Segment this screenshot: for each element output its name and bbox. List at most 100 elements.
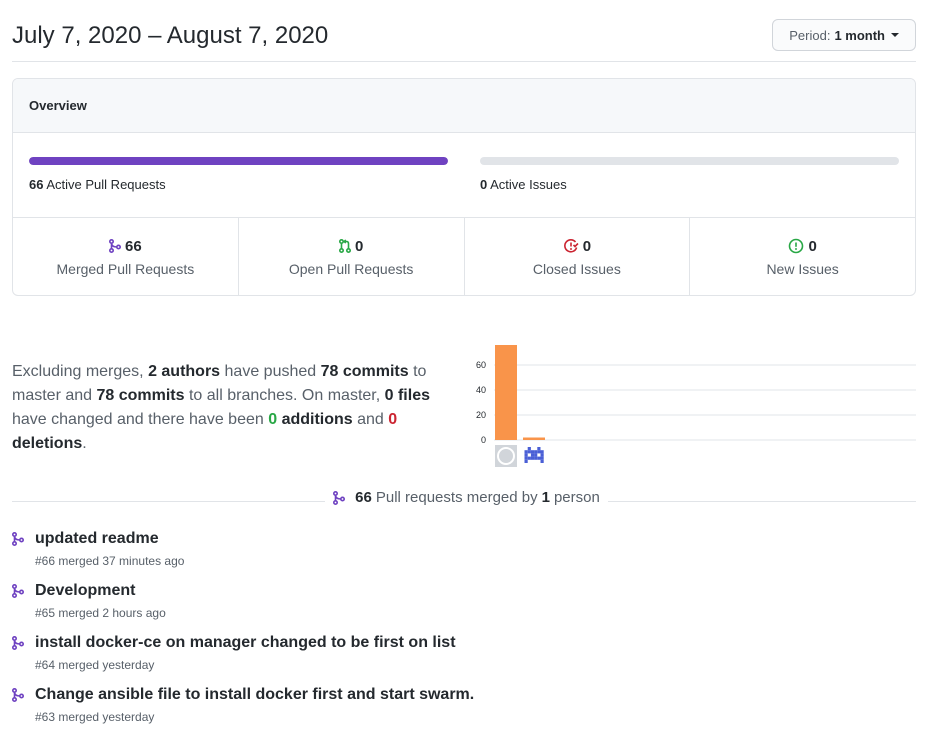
merged-pr-list: updated readme #66 merged 37 minutes ago… [12, 528, 916, 735]
identicon-pixel [534, 450, 538, 454]
summary-text: . [82, 435, 87, 452]
summary-deletions-count: 0 [388, 411, 398, 428]
summary-additions-count: 0 [268, 411, 278, 428]
active-prs-count: 66 [29, 177, 44, 192]
chart-svg: 0 20 40 60 [476, 345, 916, 467]
summary-authors: 2 authors [148, 363, 221, 380]
identicon-pixel [540, 456, 544, 460]
stat-open-count: 0 [354, 237, 364, 255]
summary-additions-label: additions [277, 411, 353, 428]
identicon-pixel [540, 450, 544, 454]
stat-merged-prs[interactable]: 66 Merged Pull Requests [13, 218, 239, 295]
summary-files: 0 files [384, 387, 430, 404]
stat-merged-count: 66 [125, 237, 142, 255]
pr-list-item: Change ansible file to install docker fi… [12, 684, 916, 735]
pr-meta: #64 merged yesterday [35, 658, 155, 672]
issue-closed-icon [563, 239, 579, 253]
pr-list-item: install docker-ce on manager changed to … [12, 632, 916, 684]
caret-down-icon [891, 33, 899, 37]
pr-meta: #63 merged yesterday [35, 710, 155, 724]
identicon-pixel [530, 453, 535, 457]
pr-list-item: updated readme #66 merged 37 minutes ago [12, 528, 916, 580]
identicon-pixel [527, 456, 531, 460]
identicon-pixel [540, 459, 544, 463]
summary-text: have pushed [220, 363, 321, 380]
active-issues-text: 0 Active Issues [480, 177, 899, 192]
identicon-pixel [534, 456, 538, 460]
identicon-pixel [540, 453, 544, 457]
identicon-pixel [530, 456, 535, 460]
stat-closed-issues[interactable]: 0 Closed Issues [465, 218, 691, 295]
y-tick-label: 60 [476, 360, 486, 370]
pr-title-link[interactable]: Development [35, 582, 135, 600]
pr-meta: #66 merged 37 minutes ago [35, 554, 185, 568]
pr-title-link[interactable]: install docker-ce on manager changed to … [35, 634, 456, 652]
active-prs-block[interactable]: 66 Active Pull Requests [29, 157, 448, 192]
date-range-title: July 7, 2020 – August 7, 2020 [12, 22, 329, 49]
merged-text: Pull requests merged by [375, 489, 538, 506]
summary-text: to all branches. On master, [184, 387, 385, 404]
identicon-pixel [534, 453, 538, 457]
summary-text: and [352, 411, 389, 428]
active-prs-progress-fill [29, 157, 448, 165]
stat-new-label: New Issues [766, 261, 839, 277]
period-label: Period: [789, 27, 831, 43]
identicon-pixel [537, 447, 541, 451]
period-value: 1 month [834, 27, 885, 43]
summary-text: Excluding merges, [12, 363, 149, 380]
summary-commits-master: 78 commits [320, 363, 409, 380]
identicon-pixel [524, 450, 528, 454]
identicon-pixel [537, 456, 541, 460]
pull-request-icon [338, 239, 351, 253]
identicon-pixel [524, 453, 528, 457]
merged-prs-heading: 66 Pull requests merged by 1 person [0, 489, 933, 508]
merge-icon [12, 688, 24, 702]
avatar[interactable] [523, 445, 545, 467]
active-issues-progress [480, 157, 899, 165]
active-prs-label: Active Pull Requests [46, 177, 166, 192]
overview-bars: 66 Active Pull Requests 0 Active Issues [13, 133, 915, 218]
merge-icon [12, 636, 24, 650]
summary-commits-all: 78 commits [96, 387, 185, 404]
stat-new-issues[interactable]: 0 New Issues [690, 218, 915, 295]
stat-open-prs[interactable]: 0 Open Pull Requests [239, 218, 465, 295]
commits-by-author-chart: 0 20 40 60 [470, 335, 916, 470]
merge-icon [333, 490, 346, 505]
stat-closed-label: Closed Issues [532, 261, 621, 277]
overview-title: Overview [13, 79, 915, 133]
merged-text-person: person [553, 489, 600, 506]
pr-title-link[interactable]: updated readme [35, 530, 159, 548]
active-issues-block[interactable]: 0 Active Issues [480, 157, 899, 192]
y-tick-label: 40 [476, 385, 486, 395]
issue-opened-icon [789, 238, 804, 254]
stat-open-label: Open Pull Requests [288, 261, 414, 277]
y-tick-label: 0 [481, 435, 486, 445]
bar [495, 345, 517, 440]
pr-title-link[interactable]: Change ansible file to install docker fi… [35, 686, 474, 704]
identicon-pixel [524, 459, 528, 463]
bar [523, 437, 545, 440]
summary-text: have changed and there have been [12, 411, 269, 428]
overview-stats: 66 Merged Pull Requests 0 Open Pull Requ… [13, 218, 915, 295]
pr-list-item: Development #65 merged 2 hours ago [12, 580, 916, 632]
merge-icon [12, 532, 24, 546]
identicon-pixel [524, 456, 528, 460]
identicon-pixel [527, 447, 531, 451]
commit-summary: Excluding merges, 2 authors have pushed … [12, 360, 462, 456]
avatar[interactable] [495, 445, 517, 467]
stat-closed-count: 0 [582, 237, 592, 255]
active-prs-progress [29, 157, 448, 165]
period-dropdown-button[interactable]: Period: 1 month [772, 19, 916, 51]
page-header: July 7, 2020 – August 7, 2020 Period: 1 … [12, 0, 916, 62]
active-issues-label: Active Issues [490, 177, 567, 192]
active-prs-text: 66 Active Pull Requests [29, 177, 448, 192]
identicon-pixel [527, 450, 531, 454]
overview-box: Overview 66 Active Pull Requests 0 Activ… [12, 78, 916, 296]
stat-new-count: 0 [808, 237, 817, 255]
identicon-pixel [530, 450, 535, 454]
identicon-pixel [537, 450, 541, 454]
merge-icon [12, 584, 24, 598]
merged-count: 66 [355, 489, 372, 506]
summary-deletions-label: deletions [12, 435, 83, 452]
merge-icon [109, 239, 122, 253]
